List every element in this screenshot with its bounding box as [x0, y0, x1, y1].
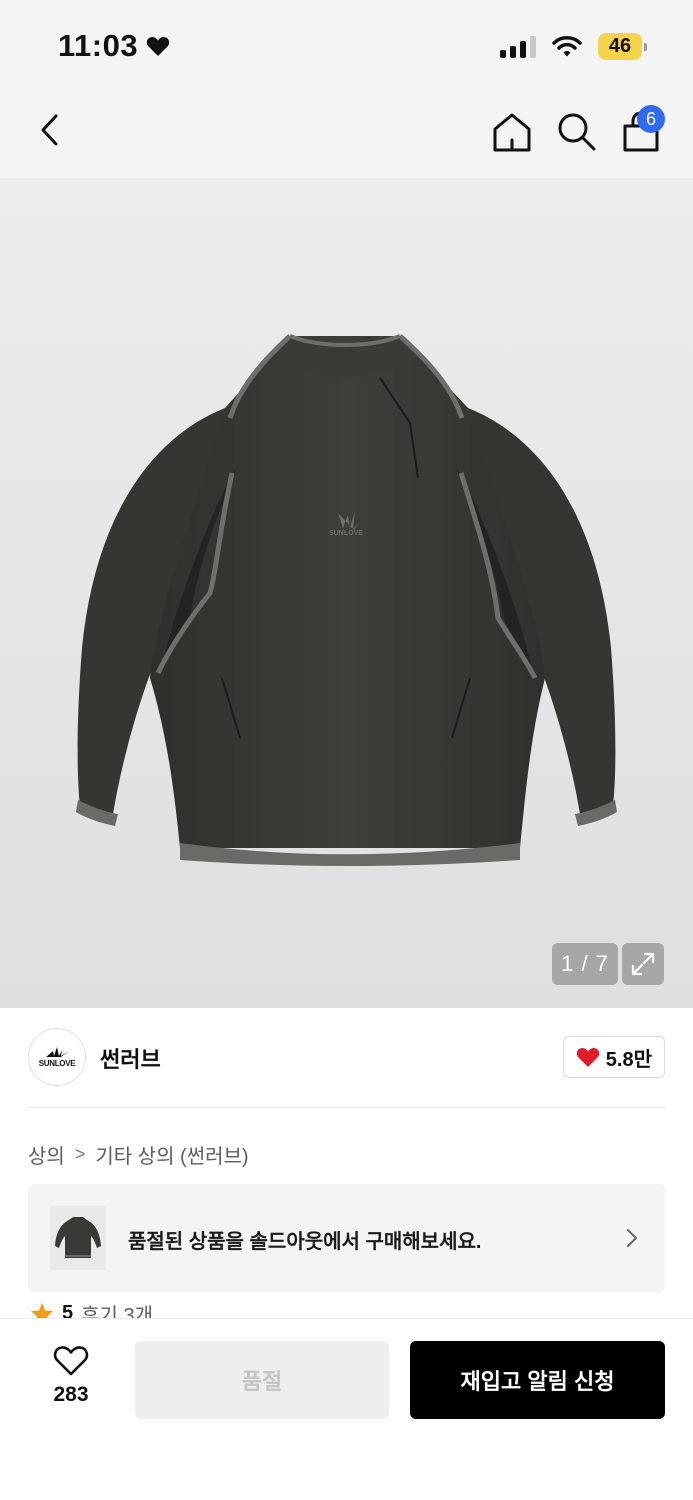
search-icon: [558, 113, 596, 151]
breadcrumb: 상의 > 기타 상의 (썬러브): [28, 1140, 249, 1169]
soldout-button: 품절: [135, 1341, 389, 1419]
restock-alert-button[interactable]: 재입고 알림 신청: [410, 1341, 665, 1419]
back-button[interactable]: [30, 110, 70, 150]
brand-like-count: 5.8만: [605, 1048, 652, 1071]
chevron-left-icon: [41, 114, 58, 146]
breadcrumb-item-tops[interactable]: 상의: [28, 1140, 65, 1169]
status-time: 11:03: [58, 28, 170, 64]
battery-level: 46: [598, 33, 642, 60]
brand-row: SUNLOVE 썬러브 5.8만: [28, 1028, 665, 1088]
nav-bar: [0, 90, 693, 178]
wishlist-button[interactable]: 283: [40, 1345, 102, 1407]
breadcrumb-separator: >: [74, 1144, 86, 1164]
soldout-banner-text: 품절된 상품을 솔드아웃에서 구매해보세요.: [128, 1231, 482, 1253]
cart-badge: 6: [637, 105, 665, 133]
breadcrumb-item-other-tops[interactable]: 기타 상의 (썬러브): [95, 1140, 248, 1169]
expand-icon: [631, 952, 655, 976]
jacket-logo-text: SUNLOVE: [329, 530, 363, 537]
wifi-icon: [552, 35, 582, 56]
heart-icon: [576, 1047, 599, 1067]
heart-icon: [146, 36, 170, 56]
home-icon: [493, 113, 531, 152]
expand-button[interactable]: [622, 943, 664, 985]
jacket-thumbnail: [55, 1217, 101, 1258]
product-image[interactable]: SUNLOVE: [0, 178, 693, 1008]
brand-logo[interactable]: SUNLOVE: [28, 1028, 86, 1086]
jacket-image: SUNLOVE: [76, 334, 617, 866]
status-bar: 11:03 46: [0, 0, 693, 90]
divider: [28, 1107, 665, 1108]
status-time-text: 11:03: [58, 28, 139, 63]
battery-icon: 46: [598, 33, 647, 60]
status-indicators: 46: [500, 33, 647, 60]
brand-name[interactable]: 썬러브: [100, 1042, 161, 1074]
home-button[interactable]: [490, 110, 534, 154]
cellular-signal-icon: [500, 35, 536, 58]
search-button[interactable]: [555, 110, 599, 154]
image-counter: 1 / 7: [552, 943, 618, 985]
heart-outline-icon: [53, 1346, 89, 1376]
soldout-banner[interactable]: 품절된 상품을 솔드아웃에서 구매해보세요.: [28, 1184, 665, 1292]
sunburst-icon: [46, 1047, 68, 1057]
brand-like-button[interactable]: 5.8만: [562, 1036, 665, 1078]
bottom-action-bar: 283 품절 재입고 알림 신청: [0, 1318, 693, 1500]
chevron-right-icon: [627, 1229, 637, 1247]
brand-logo-text: SUNLOVE: [38, 1059, 76, 1068]
wishlist-count: 283: [53, 1383, 89, 1406]
banner-thumbnail: [50, 1206, 106, 1270]
